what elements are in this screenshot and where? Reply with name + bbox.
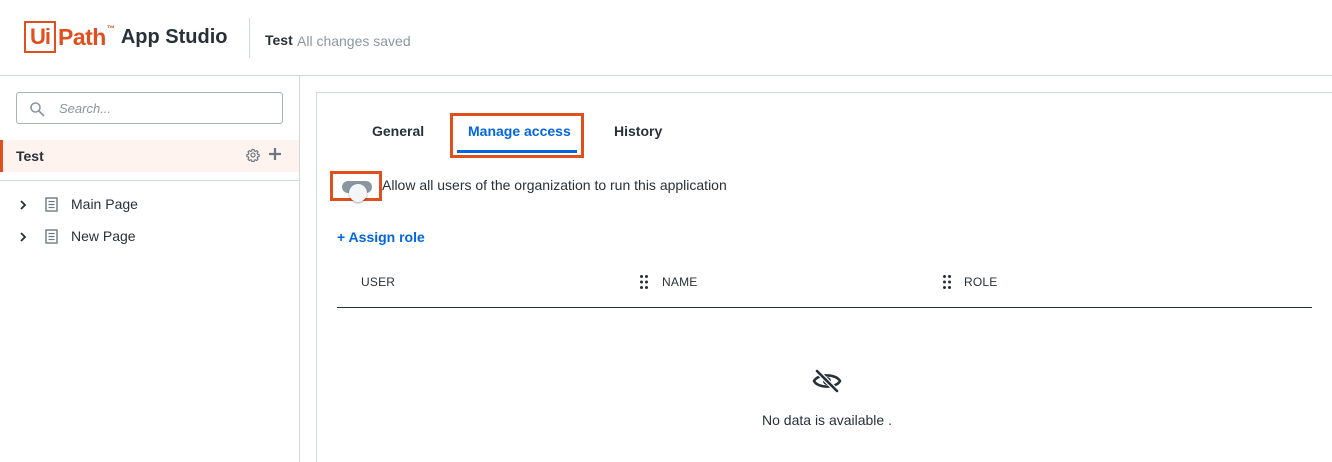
- chevron-right-icon[interactable]: [18, 199, 28, 211]
- table-header-divider: [337, 307, 1312, 308]
- page-tree-item-main-page[interactable]: Main Page: [0, 193, 299, 217]
- search-box[interactable]: [16, 92, 283, 124]
- app-header: Ui Path ™ App Studio Test All changes sa…: [0, 0, 1332, 76]
- allow-all-users-label: Allow all users of the organization to r…: [382, 177, 727, 193]
- page-tree-item-label: Main Page: [71, 196, 138, 212]
- product-name: App Studio: [120, 25, 228, 48]
- logo-trademark: ™: [106, 24, 115, 33]
- assign-role-button[interactable]: + Assign role: [337, 229, 425, 245]
- page-icon: [45, 197, 58, 212]
- drag-handle-icon[interactable]: [942, 274, 952, 290]
- chevron-right-icon[interactable]: [18, 231, 28, 243]
- logo-ui-mark: Ui: [24, 21, 56, 53]
- column-header-user[interactable]: USER: [361, 275, 395, 289]
- header-divider: [249, 18, 250, 58]
- project-name: Test: [265, 32, 293, 48]
- allow-all-users-toggle[interactable]: [342, 181, 372, 202]
- column-header-role[interactable]: ROLE: [964, 275, 997, 289]
- toggle-knob[interactable]: [349, 184, 367, 202]
- tab-history[interactable]: History: [614, 123, 662, 139]
- settings-panel: General Manage access History Allow all …: [316, 92, 1332, 462]
- plus-icon[interactable]: [268, 147, 282, 161]
- search-icon: [30, 102, 45, 117]
- page-tree-item-new-page[interactable]: New Page: [0, 225, 299, 249]
- sidebar-app-item[interactable]: Test: [0, 140, 299, 172]
- save-status: All changes saved: [297, 33, 411, 49]
- search-input[interactable]: [59, 98, 274, 118]
- highlight-box-toggle: [330, 171, 382, 202]
- sidebar-app-name: Test: [16, 148, 44, 164]
- highlight-box-tab: [450, 113, 584, 158]
- sidebar: Test Main Page N: [0, 76, 300, 462]
- empty-state-message: No data is available .: [762, 412, 892, 428]
- logo-path-text: Path: [58, 23, 106, 50]
- tab-general[interactable]: General: [372, 123, 424, 139]
- uipath-logo[interactable]: Ui Path ™ App Studio: [24, 21, 227, 53]
- sidebar-separator: [0, 180, 299, 181]
- page-icon: [45, 229, 58, 244]
- gear-icon[interactable]: [246, 148, 260, 162]
- drag-handle-icon[interactable]: [639, 274, 649, 290]
- page-tree-item-label: New Page: [71, 228, 136, 244]
- eye-off-icon: [812, 369, 842, 393]
- column-header-name[interactable]: NAME: [662, 275, 697, 289]
